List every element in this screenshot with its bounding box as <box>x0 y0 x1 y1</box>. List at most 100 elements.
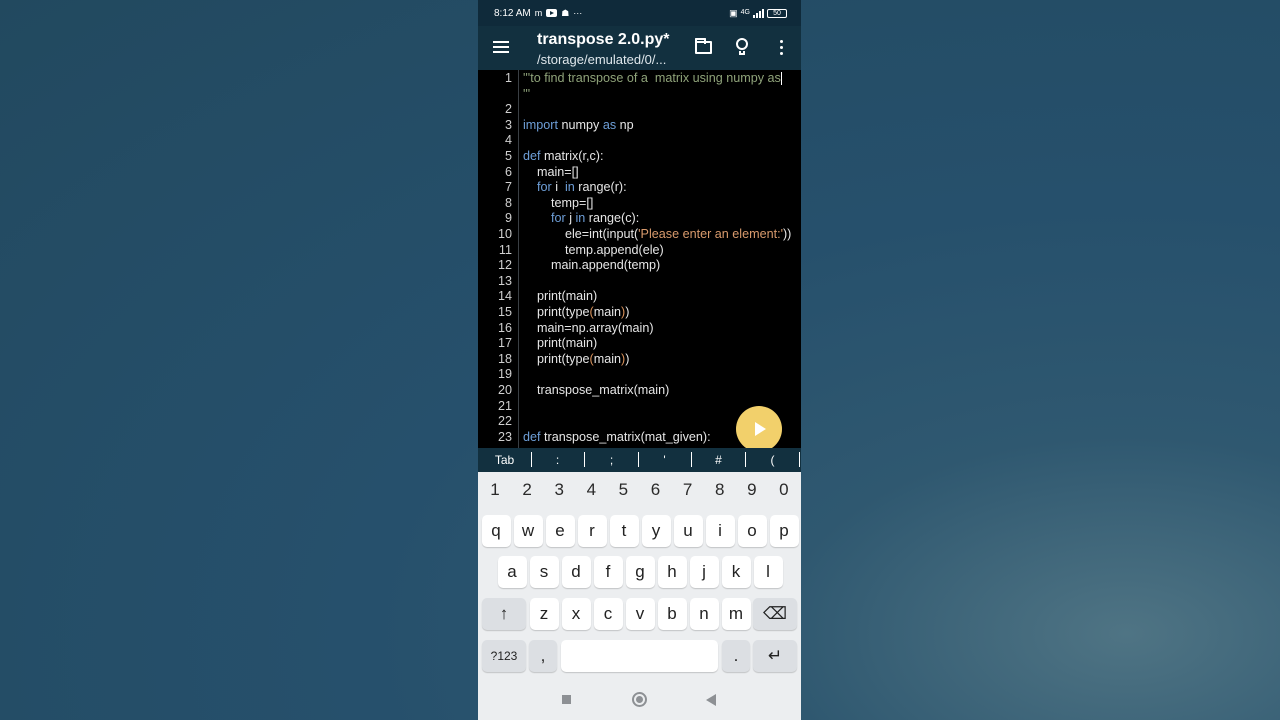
letter-key-f[interactable]: f <box>593 556 623 588</box>
home-icon[interactable] <box>632 692 647 707</box>
symbol-key[interactable]: # <box>692 448 745 472</box>
letter-key-x[interactable]: x <box>561 598 591 630</box>
code-token: print(type <box>523 305 590 319</box>
number-key[interactable]: 0 <box>768 480 800 504</box>
letter-key-c[interactable]: c <box>593 598 623 630</box>
code-text: main.append(temp) <box>523 258 660 274</box>
code-line[interactable]: 4 <box>478 133 801 149</box>
letter-key-z[interactable]: z <box>529 598 559 630</box>
code-editor[interactable]: 1 '''to find transpose of a matrix using … <box>478 70 801 448</box>
symbol-key[interactable]: ' <box>638 448 691 472</box>
code-line[interactable]: 18 print(type(main)) <box>478 352 801 368</box>
code-line[interactable]: 12 main.append(temp) <box>478 258 801 274</box>
symbol-key[interactable]: : <box>531 448 584 472</box>
number-key[interactable]: 2 <box>511 480 543 504</box>
code-text: for j in range(c): <box>523 211 639 227</box>
letter-key-b[interactable]: b <box>657 598 687 630</box>
m-app-icon: m <box>534 8 543 18</box>
code-token: main=[] <box>523 164 579 179</box>
period-key[interactable]: . <box>722 640 750 672</box>
backspace-key[interactable]: ⌫ <box>753 598 797 630</box>
code-line[interactable]: ''' <box>478 87 801 103</box>
letter-key-k[interactable]: k <box>721 556 751 588</box>
code-line[interactable]: 11 temp.append(ele) <box>478 243 801 259</box>
run-button[interactable] <box>736 406 782 452</box>
code-token: j <box>565 211 576 226</box>
code-line[interactable]: 8 temp=[] <box>478 196 801 212</box>
code-line[interactable]: 6 main=[] <box>478 165 801 181</box>
code-line[interactable]: 10 ele=int(input('Please enter an elemen… <box>478 227 801 243</box>
shift-key[interactable]: ↑ <box>482 598 526 630</box>
symbol-key[interactable]: ( <box>746 448 799 472</box>
number-key[interactable]: 8 <box>704 480 736 504</box>
letter-key-g[interactable]: g <box>625 556 655 588</box>
code-line[interactable]: 14 print(main) <box>478 289 801 305</box>
letter-key-m[interactable]: m <box>721 598 751 630</box>
back-icon[interactable] <box>706 694 716 706</box>
code-line[interactable]: 2 <box>478 102 801 118</box>
folder-icon[interactable] <box>695 38 712 54</box>
more-options-icon[interactable] <box>780 40 784 56</box>
enter-key[interactable]: ↵ <box>753 640 797 672</box>
symbol-key[interactable]: ; <box>585 448 638 472</box>
letter-key-l[interactable]: l <box>753 556 783 588</box>
code-token: range(c): <box>585 211 640 226</box>
code-token: def <box>523 149 541 163</box>
letter-key-e[interactable]: e <box>545 515 575 547</box>
number-key[interactable]: 6 <box>640 480 672 504</box>
letter-key-y[interactable]: y <box>641 515 671 547</box>
line-number: 4 <box>504 133 512 148</box>
code-line[interactable]: 13 <box>478 274 801 290</box>
letter-key-r[interactable]: r <box>577 515 607 547</box>
lightbulb-icon[interactable] <box>735 38 749 57</box>
symbol-key[interactable]: Tab <box>478 448 531 472</box>
letter-key-i[interactable]: i <box>705 515 735 547</box>
letter-key-t[interactable]: t <box>609 515 639 547</box>
line-number: 7 <box>504 180 512 195</box>
space-key[interactable] <box>561 640 718 672</box>
code-line[interactable]: 19 <box>478 367 801 383</box>
code-line[interactable]: 9 for j in range(c): <box>478 211 801 227</box>
line-number: 14 <box>497 289 512 304</box>
letter-key-h[interactable]: h <box>657 556 687 588</box>
code-line[interactable]: 16 main=np.array(main) <box>478 321 801 337</box>
code-token: transpose_matrix(main) <box>523 383 670 397</box>
letter-key-n[interactable]: n <box>689 598 719 630</box>
file-title: transpose 2.0.py* <box>537 31 670 48</box>
number-key[interactable]: 9 <box>736 480 768 504</box>
code-line[interactable]: 15 print(type(main)) <box>478 305 801 321</box>
menu-icon[interactable] <box>493 41 509 53</box>
code-line[interactable]: 17 print(main) <box>478 336 801 352</box>
letter-key-a[interactable]: a <box>497 556 527 588</box>
number-key[interactable]: 1 <box>479 480 511 504</box>
code-line[interactable]: 5 def matrix(r,c): <box>478 149 801 165</box>
letter-key-w[interactable]: w <box>513 515 543 547</box>
code-token: for <box>537 180 552 195</box>
letter-key-p[interactable]: p <box>769 515 799 547</box>
code-line[interactable]: 7 for i in range(r): <box>478 180 801 196</box>
code-text: def matrix(r,c): <box>523 149 603 165</box>
comma-key[interactable]: , <box>529 640 557 672</box>
recent-apps-icon[interactable] <box>562 695 571 704</box>
number-key[interactable]: 5 <box>607 480 639 504</box>
code-text: ''' <box>523 87 530 103</box>
number-key[interactable]: 4 <box>575 480 607 504</box>
code-text: print(main) <box>523 289 597 305</box>
line-number: 18 <box>497 351 512 366</box>
code-line[interactable]: 1 '''to find transpose of a matrix using … <box>478 71 801 87</box>
letter-key-v[interactable]: v <box>625 598 655 630</box>
letter-key-d[interactable]: d <box>561 556 591 588</box>
letter-key-q[interactable]: q <box>481 515 511 547</box>
mode-switch-key[interactable]: ?123 <box>482 640 526 672</box>
battery-icon: 50 <box>767 8 787 18</box>
letter-key-u[interactable]: u <box>673 515 703 547</box>
letter-key-o[interactable]: o <box>737 515 767 547</box>
number-key[interactable]: 7 <box>672 480 704 504</box>
code-line[interactable]: 3 import numpy as np <box>478 118 801 134</box>
letter-key-s[interactable]: s <box>529 556 559 588</box>
battery-level: 50 <box>773 9 781 17</box>
letter-key-j[interactable]: j <box>689 556 719 588</box>
number-key[interactable]: 3 <box>543 480 575 504</box>
code-line[interactable]: 20 transpose_matrix(main) <box>478 383 801 399</box>
